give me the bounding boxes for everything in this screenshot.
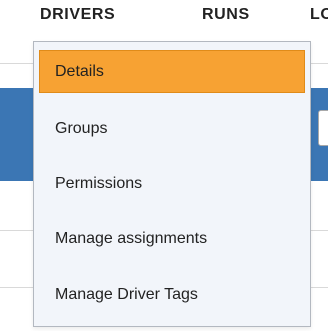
drivers-dropdown-menu: Details Groups Permissions Manage assign… <box>33 41 311 327</box>
nav-item-truncated[interactable]: LO <box>310 6 328 24</box>
nav-item-runs[interactable]: RUNS <box>202 6 250 24</box>
menu-item-manage-assignments[interactable]: Manage assignments <box>39 217 305 260</box>
menu-item-manage-driver-tags[interactable]: Manage Driver Tags <box>39 273 305 316</box>
menu-item-details[interactable]: Details <box>39 50 305 93</box>
page-input-edge[interactable] <box>318 110 328 146</box>
nav-item-drivers[interactable]: DRIVERS <box>40 6 115 24</box>
menu-item-permissions[interactable]: Permissions <box>39 162 305 205</box>
top-navigation: DRIVERS RUNS LO <box>0 0 328 34</box>
menu-item-groups[interactable]: Groups <box>39 107 305 150</box>
